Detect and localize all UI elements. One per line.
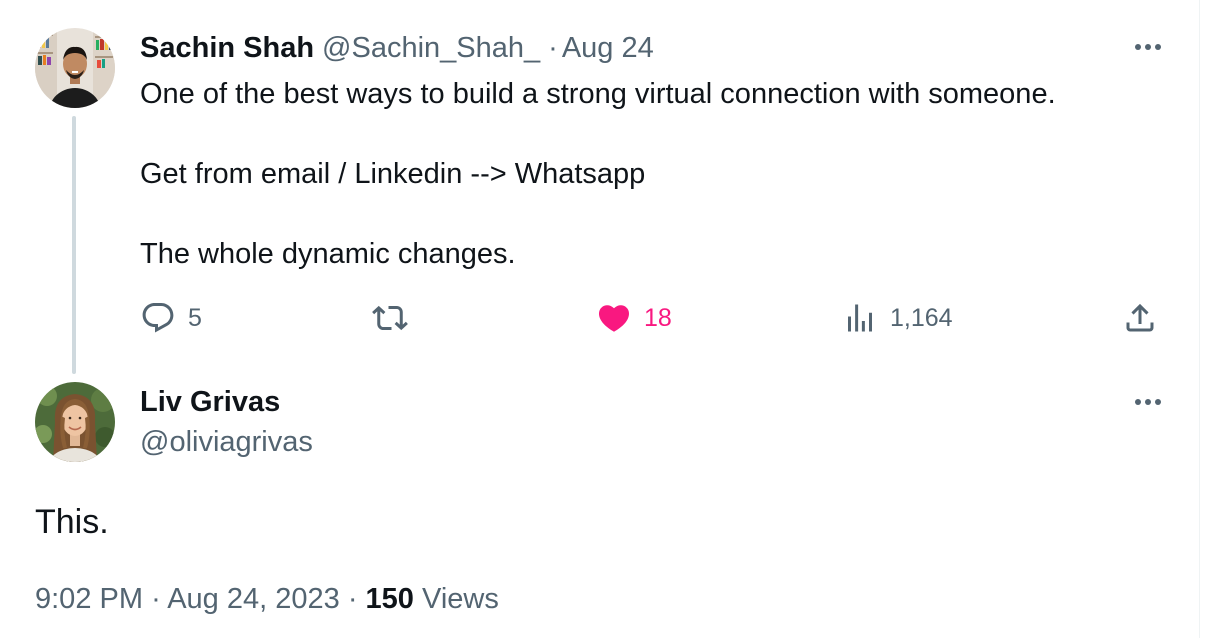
avatar-sachin-shah[interactable] (35, 28, 115, 108)
avatar-liv-grivas[interactable] (35, 382, 115, 462)
author-name[interactable]: Sachin Shah (140, 32, 314, 65)
tweet-full-date[interactable]: Aug 24, 2023 (167, 583, 340, 615)
tweet-time[interactable]: 9:02 PM (35, 583, 143, 615)
like-count: 18 (644, 303, 672, 332)
reply-count: 5 (188, 303, 202, 332)
heart-icon (596, 300, 632, 336)
meta-separator: · (347, 583, 358, 615)
ellipsis-icon (1132, 43, 1164, 51)
parent-tweet-header: Sachin Shah @Sachin_Shah_ · Aug 24 (140, 30, 654, 66)
parent-more-button[interactable] (1128, 35, 1168, 59)
speech-bubble-icon (140, 300, 176, 336)
tweet-date[interactable]: Aug 24 (562, 32, 654, 65)
tweet-line: One of the best ways to build a strong v… (140, 78, 1056, 110)
tweet-line: The whole dynamic changes. (140, 238, 516, 270)
reply-more-button[interactable] (1128, 390, 1168, 414)
ellipsis-icon (1132, 398, 1164, 406)
retweet-arrows-icon (372, 300, 408, 336)
tweet-action-bar: 5 18 1,164 (0, 298, 1200, 338)
share-button[interactable] (1122, 298, 1158, 338)
like-button[interactable]: 18 (596, 298, 672, 338)
reply-tweet-text: This. (35, 503, 109, 541)
retweet-button[interactable] (372, 298, 420, 338)
reply-author-name[interactable]: Liv Grivas (140, 384, 280, 420)
reply-tweet-meta: 9:02 PM · Aug 24, 2023 · 150 Views (35, 580, 499, 618)
reply-views-count: 150 (365, 583, 414, 615)
author-handle[interactable]: @Sachin_Shah_ (322, 32, 540, 65)
upload-arrow-icon (1122, 300, 1158, 336)
bar-chart-icon (842, 300, 878, 336)
parent-tweet-text: One of the best ways to build a strong v… (140, 74, 1160, 274)
reply-button[interactable]: 5 (140, 298, 202, 338)
tweet-line: Get from email / Linkedin --> Whatsapp (140, 158, 646, 190)
reply-author-handle[interactable]: @oliviagrivas (140, 424, 313, 460)
views-button[interactable]: 1,164 (842, 298, 953, 338)
header-separator: · (548, 31, 558, 64)
tweet-thread: Sachin Shah @Sachin_Shah_ · Aug 24 One o… (0, 0, 1200, 638)
reply-views-label: Views (422, 583, 499, 615)
views-count: 1,164 (890, 303, 953, 332)
meta-separator: · (151, 583, 161, 615)
